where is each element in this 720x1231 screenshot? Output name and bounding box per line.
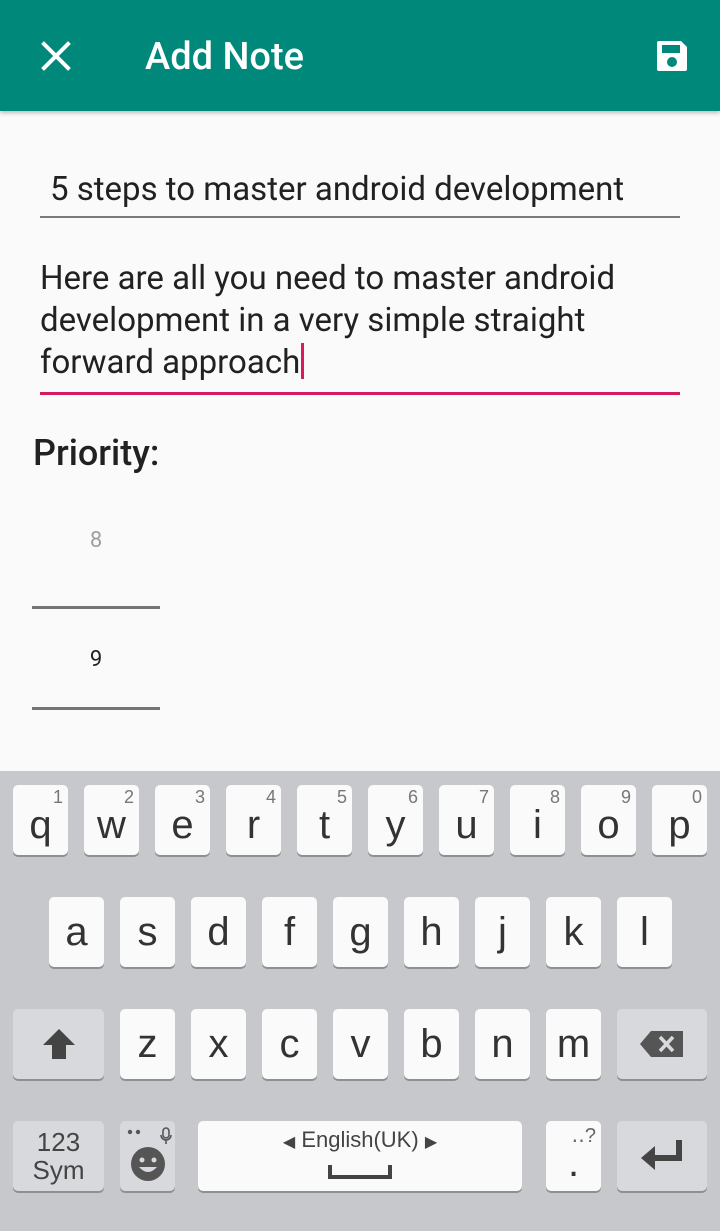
key-u[interactable]: 7u xyxy=(439,785,494,855)
key-r[interactable]: 4r xyxy=(226,785,281,855)
save-button[interactable] xyxy=(644,28,700,84)
backspace-icon xyxy=(640,1031,683,1057)
shift-up-arrow-icon xyxy=(42,1029,75,1059)
chevron-right-icon: ▶ xyxy=(424,1134,438,1151)
symbols-key[interactable]: 123 Sym xyxy=(13,1121,104,1191)
key-p[interactable]: 0p xyxy=(652,785,707,855)
priority-number-picker[interactable]: 8 9 xyxy=(32,500,160,770)
key-s[interactable]: s xyxy=(120,897,175,967)
key-d[interactable]: d xyxy=(191,897,246,967)
note-title-value: 5 steps to master android development xyxy=(50,170,625,209)
key-c[interactable]: c xyxy=(262,1009,317,1079)
save-icon xyxy=(657,41,687,71)
note-description-field[interactable]: Here are all you need to master android … xyxy=(40,258,680,395)
key-h[interactable]: h xyxy=(404,897,459,967)
key-y[interactable]: 6y xyxy=(368,785,423,855)
app-bar: Add Note xyxy=(0,0,720,111)
key-f[interactable]: f xyxy=(262,897,317,967)
text-cursor xyxy=(301,343,305,379)
key-t[interactable]: 5t xyxy=(297,785,352,855)
close-icon xyxy=(41,41,71,71)
key-n[interactable]: n xyxy=(475,1009,530,1079)
key-w[interactable]: 2w xyxy=(84,785,139,855)
soft-keyboard: 1q 2w 3e 4r 5t 6y 7u 8i 9o 0p a s d f g … xyxy=(0,771,720,1231)
backspace-key[interactable] xyxy=(617,1009,707,1079)
picker-value-selected[interactable]: 9 xyxy=(32,647,160,672)
priority-label: Priority: xyxy=(33,432,160,474)
picker-divider-bottom xyxy=(32,707,160,710)
page-title: Add Note xyxy=(145,35,304,79)
key-b[interactable]: b xyxy=(404,1009,459,1079)
close-button[interactable] xyxy=(28,28,84,84)
key-j[interactable]: j xyxy=(475,897,530,967)
emoji-key[interactable] xyxy=(120,1121,175,1191)
enter-key[interactable] xyxy=(617,1121,707,1191)
note-title-field[interactable]: 5 steps to master android development xyxy=(40,166,680,218)
key-k[interactable]: k xyxy=(546,897,601,967)
space-key[interactable]: ◀ English(UK) ▶ xyxy=(198,1121,522,1191)
key-l[interactable]: l xyxy=(617,897,672,967)
chevron-left-icon: ◀ xyxy=(282,1134,296,1151)
space-bar-icon xyxy=(328,1165,392,1179)
period-key[interactable]: ‥? . xyxy=(546,1121,601,1191)
key-o[interactable]: 9o xyxy=(581,785,636,855)
key-q[interactable]: 1q xyxy=(13,785,68,855)
key-x[interactable]: x xyxy=(191,1009,246,1079)
note-description-value: Here are all you need to master android … xyxy=(40,259,616,382)
key-m[interactable]: m xyxy=(546,1009,601,1079)
enter-icon xyxy=(641,1140,682,1170)
shift-key[interactable] xyxy=(13,1009,104,1079)
key-z[interactable]: z xyxy=(120,1009,175,1079)
picker-value-previous[interactable]: 8 xyxy=(32,528,160,553)
picker-divider-top xyxy=(32,606,160,609)
keyboard-language-label: English(UK) xyxy=(301,1127,419,1152)
key-i[interactable]: 8i xyxy=(510,785,565,855)
key-v[interactable]: v xyxy=(333,1009,388,1079)
emoji-mic-icon xyxy=(127,1127,172,1181)
key-g[interactable]: g xyxy=(333,897,388,967)
key-e[interactable]: 3e xyxy=(155,785,210,855)
key-a[interactable]: a xyxy=(49,897,104,967)
